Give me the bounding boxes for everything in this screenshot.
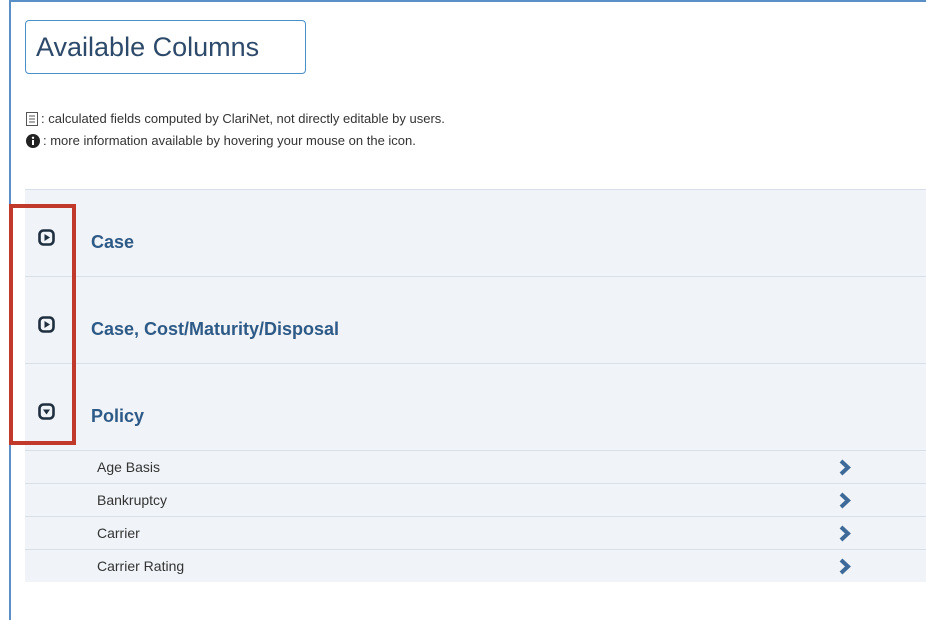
- column-sections: Case Case, Cost/Maturity/Disposal Policy…: [25, 189, 926, 582]
- item-label: Bankruptcy: [97, 492, 168, 508]
- chevron-right-icon[interactable]: [838, 459, 852, 476]
- section-label[interactable]: Policy: [91, 406, 144, 427]
- list-item[interactable]: Carrier Rating: [25, 549, 926, 582]
- item-label: Carrier: [97, 525, 140, 541]
- section-policy[interactable]: Policy: [25, 363, 926, 450]
- list-item[interactable]: Carrier: [25, 516, 926, 549]
- section-label[interactable]: Case, Cost/Maturity/Disposal: [91, 319, 339, 340]
- item-label: Age Basis: [97, 459, 161, 475]
- calculator-icon: [26, 111, 38, 126]
- item-label: Carrier Rating: [97, 558, 185, 574]
- legend-info-text: : more information available by hovering…: [43, 133, 416, 148]
- legend-calculated-text: : calculated fields computed by ClariNet…: [41, 111, 445, 126]
- chevron-right-icon[interactable]: [838, 492, 852, 509]
- info-icon: [26, 133, 40, 148]
- list-item[interactable]: Age Basis: [25, 450, 926, 483]
- annotation-highlight-box: [9, 204, 76, 445]
- chevron-right-icon[interactable]: [838, 525, 852, 542]
- list-item[interactable]: Bankruptcy: [25, 483, 926, 516]
- chevron-right-icon[interactable]: [838, 558, 852, 575]
- section-label[interactable]: Case: [91, 232, 134, 253]
- legend-calculated: : calculated fields computed by ClariNet…: [26, 111, 445, 126]
- legend-info: : more information available by hovering…: [26, 133, 416, 148]
- section-case-cost-maturity-disposal[interactable]: Case, Cost/Maturity/Disposal: [25, 276, 926, 363]
- section-case[interactable]: Case: [25, 189, 926, 276]
- page-title-text: Available Columns: [36, 31, 260, 62]
- page-title: Available Columns: [25, 20, 306, 74]
